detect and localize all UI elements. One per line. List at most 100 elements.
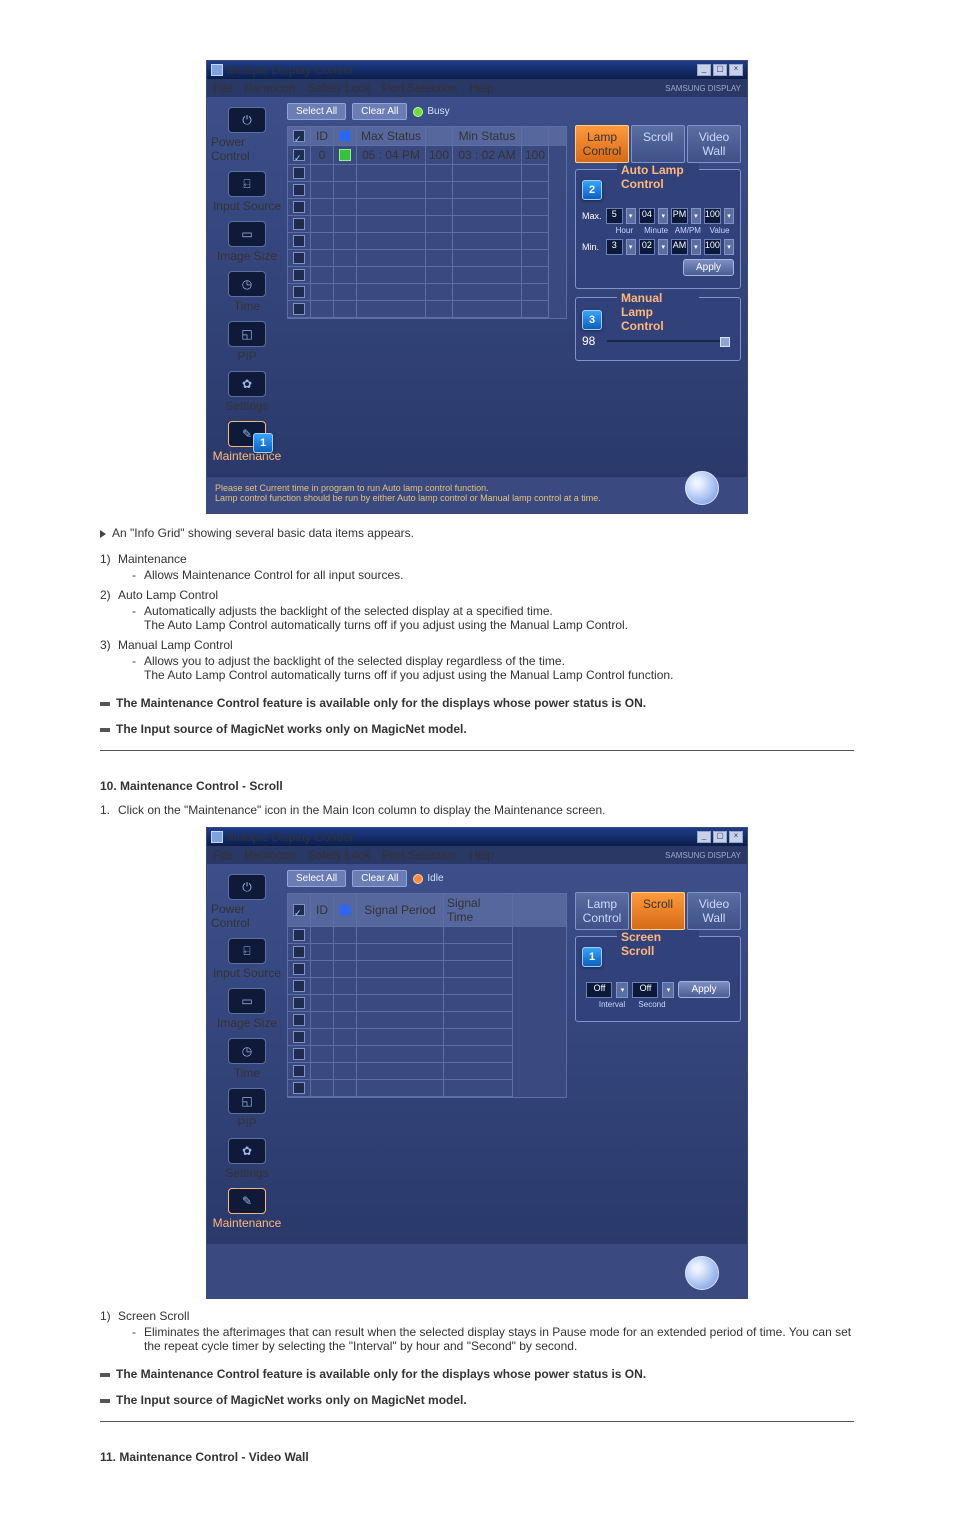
max-min-select[interactable]: 04 [639, 208, 656, 224]
row-check[interactable] [293, 201, 305, 213]
minimize-button[interactable]: _ [697, 831, 711, 843]
cell-min-val: 100 [522, 146, 549, 165]
row-check[interactable] [293, 1014, 305, 1026]
menu-port-selection[interactable]: Port Selection [382, 848, 457, 862]
maximize-button[interactable]: ▢ [713, 831, 727, 843]
row-check[interactable] [293, 167, 305, 179]
slider-knob-icon[interactable] [720, 337, 730, 347]
sidebar-item-time[interactable]: ◷Time [211, 1038, 283, 1080]
minimize-button[interactable]: _ [697, 64, 711, 76]
row-check[interactable] [293, 303, 305, 315]
dropdown-arrow-icon[interactable]: ▾ [691, 239, 701, 255]
footer-line2: Lamp control function should be run by e… [215, 493, 739, 503]
tab-video-wall[interactable]: Video Wall [687, 125, 741, 163]
row-check[interactable] [293, 184, 305, 196]
menu-help[interactable]: Help [469, 81, 494, 95]
dropdown-arrow-icon[interactable]: ▾ [724, 239, 734, 255]
dropdown-arrow-icon[interactable]: ▾ [626, 239, 636, 255]
header-check-icon[interactable] [293, 130, 305, 142]
row-check[interactable] [293, 235, 305, 247]
row-check[interactable] [293, 946, 305, 958]
select-all-button[interactable]: Select All [287, 103, 346, 120]
menu-help[interactable]: Help [469, 848, 494, 862]
manual-slider[interactable] [607, 340, 730, 342]
row-check[interactable] [293, 963, 305, 975]
interval-select[interactable]: Off [586, 982, 612, 998]
clear-all-button[interactable]: Clear All [352, 870, 407, 887]
power-icon: ⏻ [228, 874, 266, 900]
sidebar-item-input[interactable]: ⍇ Input Source [211, 171, 283, 213]
maximize-button[interactable]: ▢ [713, 64, 727, 76]
dropdown-arrow-icon[interactable]: ▾ [658, 208, 668, 224]
row-check[interactable] [293, 929, 305, 941]
row-check[interactable] [293, 1082, 305, 1094]
menu-port-selection[interactable]: Port Selection [382, 81, 457, 95]
menu-file[interactable]: File [213, 848, 232, 862]
maintenance-icon: ✎ [228, 1188, 266, 1214]
clear-all-button[interactable]: Clear All [352, 103, 407, 120]
header-check-icon[interactable] [293, 904, 305, 916]
dropdown-arrow-icon[interactable]: ▾ [662, 982, 674, 998]
dropdown-arrow-icon[interactable]: ▾ [626, 208, 636, 224]
menu-file[interactable]: File [213, 81, 232, 95]
menu-safety-lock[interactable]: Safety Lock [308, 81, 371, 95]
dropdown-arrow-icon[interactable]: ▾ [691, 208, 701, 224]
menu-remocon[interactable]: Remocon [244, 81, 295, 95]
dropdown-arrow-icon[interactable]: ▾ [724, 208, 734, 224]
sidebar-item-pip[interactable]: ◱ PIP [211, 321, 283, 363]
sidebar-item-maintenance[interactable]: ✎Maintenance [211, 1188, 283, 1230]
menu-safety-lock[interactable]: Safety Lock [308, 848, 371, 862]
sidebar-item-pip[interactable]: ◱PIP [211, 1088, 283, 1130]
row-check[interactable] [293, 269, 305, 281]
sidebar-item-settings[interactable]: ✿Settings [211, 1138, 283, 1180]
tab-scroll[interactable]: Scroll [631, 125, 685, 163]
row-check[interactable] [293, 1048, 305, 1060]
sidebar-item-power[interactable]: ⏻Power Control [211, 874, 283, 930]
min-ampm-select[interactable]: AM [671, 239, 688, 255]
sidebar-item-settings[interactable]: ✿ Settings [211, 371, 283, 413]
sub-minute: Minute [642, 226, 671, 235]
row-check[interactable] [293, 286, 305, 298]
row-check[interactable] [293, 1031, 305, 1043]
main-icon-sidebar: ⏻ Power Control ⍇ Input Source ▭ Image S… [207, 97, 285, 477]
callout-1: 1 [253, 433, 273, 453]
grid-row[interactable]: 0 05 : 04 PM 100 03 : 02 AM 100 [288, 146, 566, 165]
min-min-select[interactable]: 02 [639, 239, 656, 255]
grid-toolbar: Select All Clear All Idle [287, 870, 567, 887]
tab-video-wall[interactable]: Video Wall [687, 892, 741, 930]
row-check[interactable] [293, 252, 305, 264]
tab-scroll[interactable]: Scroll [631, 892, 685, 930]
min-hour-select[interactable]: 3 [606, 239, 623, 255]
close-button[interactable]: × [729, 64, 743, 76]
sidebar-item-image-size[interactable]: ▭Image Size [211, 988, 283, 1030]
dropdown-arrow-icon[interactable]: ▾ [658, 239, 668, 255]
menu-remocon[interactable]: Remocon [244, 848, 295, 862]
sidebar-item-input[interactable]: ⍇Input Source [211, 938, 283, 980]
brand-label: SAMSUNG DISPLAY [665, 84, 741, 93]
max-ampm-select[interactable]: PM [671, 208, 688, 224]
close-button[interactable]: × [729, 831, 743, 843]
max-hour-select[interactable]: 5 [606, 208, 623, 224]
tab-lamp-control[interactable]: Lamp Control [575, 125, 629, 163]
row-check[interactable] [293, 997, 305, 1009]
max-value-select[interactable]: 100 [704, 208, 721, 224]
scroll-apply-button[interactable]: Apply [678, 981, 729, 998]
min-value-select[interactable]: 100 [704, 239, 721, 255]
sidebar-item-image-size[interactable]: ▭ Image Size [211, 221, 283, 263]
tab-lamp-control[interactable]: Lamp Control [575, 892, 629, 930]
sidebar-item-power[interactable]: ⏻ Power Control [211, 107, 283, 163]
row-check[interactable] [293, 980, 305, 992]
select-all-button[interactable]: Select All [287, 870, 346, 887]
info-grid: ID Max Status Min Status 0 05 : 04 PM 10… [287, 126, 567, 319]
second-select[interactable]: Off [632, 982, 658, 998]
row-check[interactable] [293, 1065, 305, 1077]
window-titlebar: Multiple Display Control _ ▢ × [207, 61, 747, 79]
sidebar-item-time[interactable]: ◷ Time [211, 271, 283, 313]
dropdown-arrow-icon[interactable]: ▾ [616, 982, 628, 998]
row-check[interactable] [293, 218, 305, 230]
auto-apply-button[interactable]: Apply [683, 259, 734, 276]
note-power-on-2: The Maintenance Control feature is avail… [100, 1367, 854, 1381]
idle-indicator: Idle [413, 873, 443, 884]
row-check[interactable] [293, 149, 305, 161]
grid-header: ID Max Status Min Status [288, 127, 566, 146]
